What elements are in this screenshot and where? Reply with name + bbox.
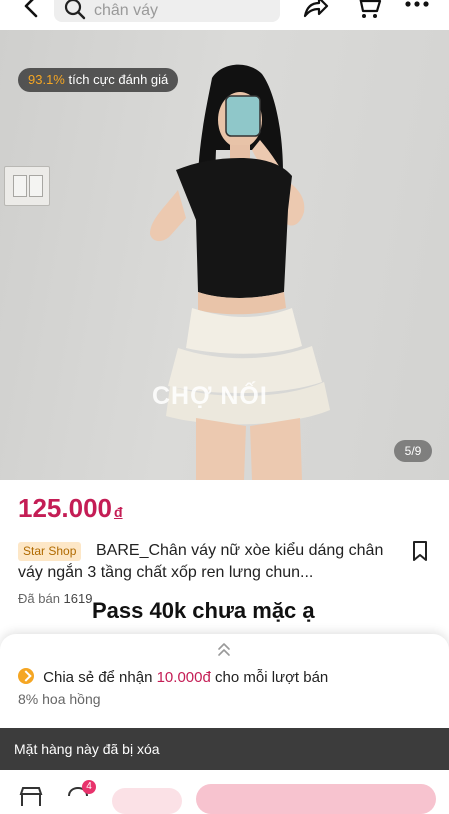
share-suffix: cho mỗi lượt bán	[215, 669, 329, 686]
sold-count: Đã bán 1619	[18, 591, 92, 606]
rating-percent: 93.1%	[28, 72, 65, 87]
shop-icon[interactable]	[18, 786, 44, 806]
more-options-icon[interactable]	[404, 0, 430, 10]
back-arrow-icon[interactable]	[20, 0, 44, 20]
commission-rate: 8% hoa hồng	[18, 691, 101, 707]
bottom-action-bar: 4	[0, 770, 449, 814]
rating-label: tích cực đánh giá	[68, 72, 169, 87]
sold-value: 1619	[63, 591, 93, 606]
add-to-cart-button[interactable]	[112, 788, 182, 814]
rating-pill: 93.1% tích cực đánh giá	[18, 68, 179, 92]
sold-label: Đã bán	[18, 591, 60, 606]
image-counter: 5/9	[394, 440, 432, 462]
price-value: 125.000	[18, 493, 112, 523]
share-prefix: Chia sẻ để nhận	[43, 669, 153, 686]
price-currency: đ	[113, 504, 123, 520]
coin-icon	[18, 668, 34, 684]
model-photo	[150, 64, 330, 480]
search-value: chân váy	[94, 2, 159, 19]
search-icon	[64, 0, 86, 20]
share-icon[interactable]	[301, 0, 329, 20]
product-image[interactable]: 93.1% tích cực đánh giá CHỢ NỐI 5/9	[0, 30, 449, 480]
caption-overlay: Pass 40k chưa mặc ạ	[92, 598, 315, 623]
product-price: 125.000 đ	[18, 493, 123, 524]
search-input[interactable]: chân váy	[54, 0, 280, 22]
removed-toast: Mặt hàng này đã bị xóa	[0, 728, 449, 770]
watermark: CHỢ NỐI	[152, 382, 268, 410]
bookmark-icon[interactable]	[410, 540, 430, 562]
share-reward-line[interactable]: Chia sẻ để nhận 10.000đ cho mỗi lượt bán	[18, 668, 328, 686]
chat-badge: 4	[82, 780, 96, 794]
share-sheet: Chia sẻ để nhận 10.000đ cho mỗi lượt bán…	[0, 634, 449, 734]
shop-badge: Star Shop	[18, 542, 82, 561]
buy-now-button[interactable]	[196, 784, 436, 814]
chevron-up-icon[interactable]	[216, 642, 232, 658]
cart-icon[interactable]	[354, 0, 382, 20]
share-amount: 10.000đ	[156, 669, 211, 686]
top-bar: chân váy	[0, 0, 449, 30]
